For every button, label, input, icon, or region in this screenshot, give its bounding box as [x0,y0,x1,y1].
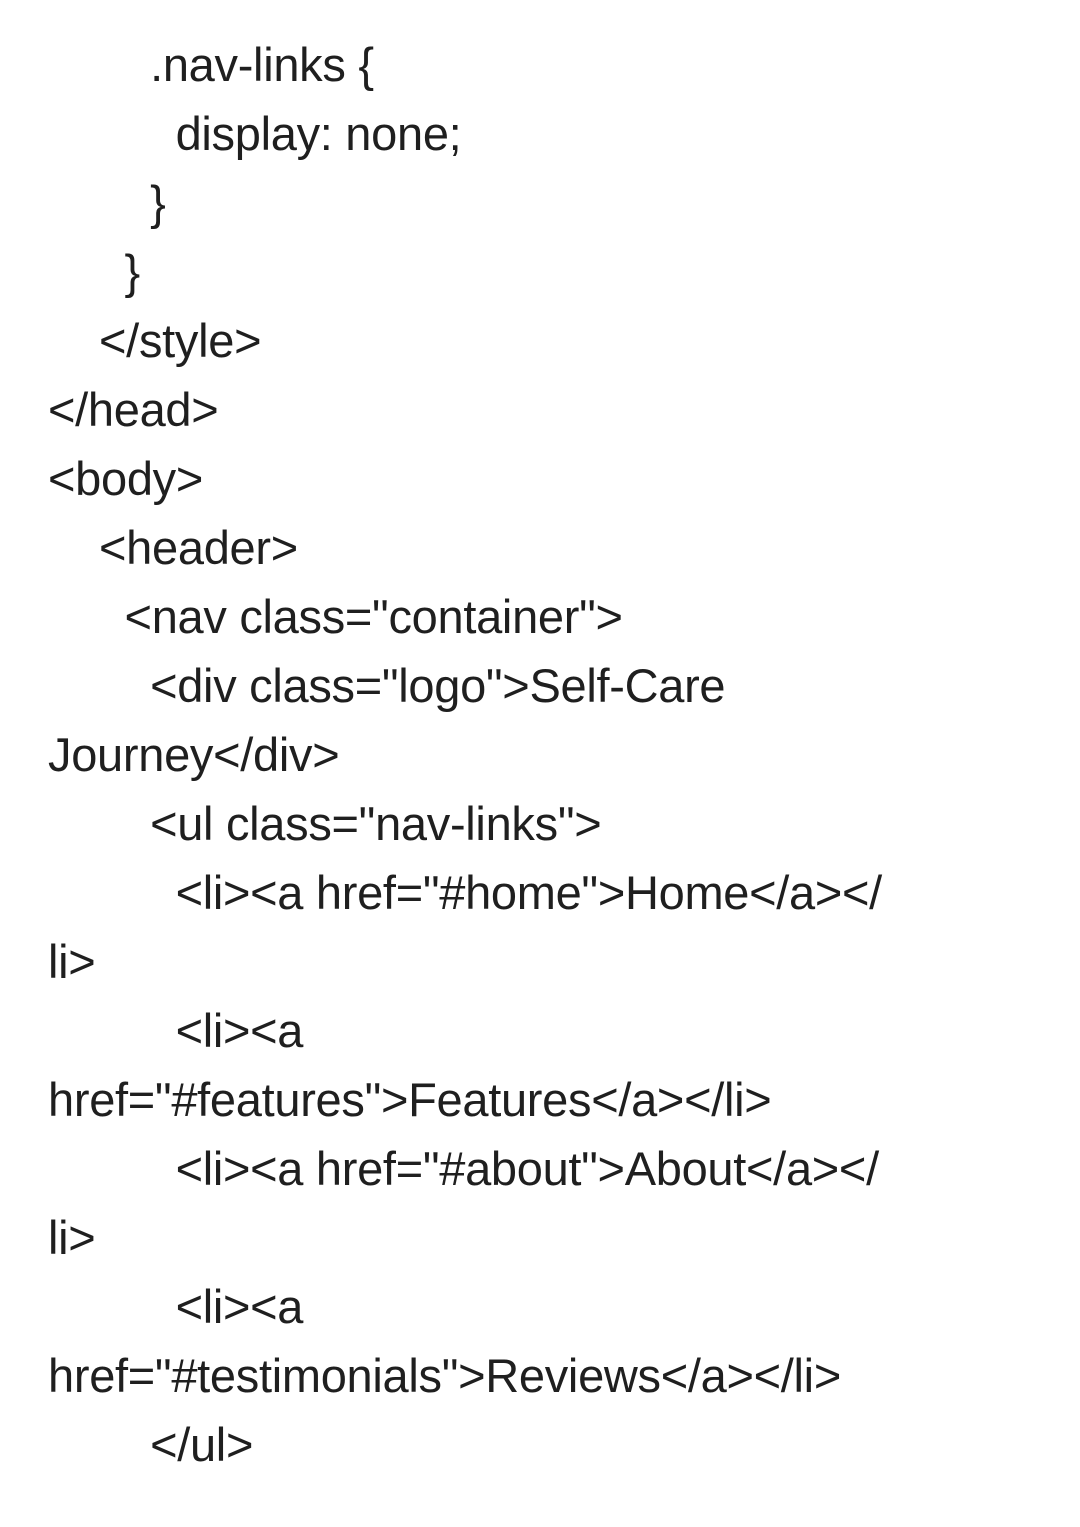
code-line: Journey</div> [48,728,340,781]
code-line: <ul class="nav-links"> [48,797,602,850]
code-line: href="#testimonials">Reviews</a></li> [48,1349,841,1402]
code-line: <li><a href="#about">About</a></ [48,1142,880,1195]
code-line: <li><a [48,1004,304,1057]
code-line: li> [48,935,96,988]
code-line: .nav-links { [48,38,374,91]
code-line: <li><a [48,1280,304,1333]
code-line: <div class="logo">Self-Care [48,659,726,712]
code-line: } [48,245,141,298]
code-line: <header> [48,521,298,574]
code-line: li> [48,1211,96,1264]
code-line: <body> [48,452,204,505]
code-line: <nav class="container"> [48,590,623,643]
code-line: </style> [48,314,262,367]
code-line: </head> [48,383,219,436]
code-text-view: .nav-links { display: none; } } </style>… [0,0,1080,1527]
code-line: href="#features">Features</a></li> [48,1073,772,1126]
code-line: display: none; [48,107,462,160]
code-line: <li><a href="#home">Home</a></ [48,866,883,919]
code-line: </ul> [48,1418,254,1471]
code-line: } [48,176,166,229]
